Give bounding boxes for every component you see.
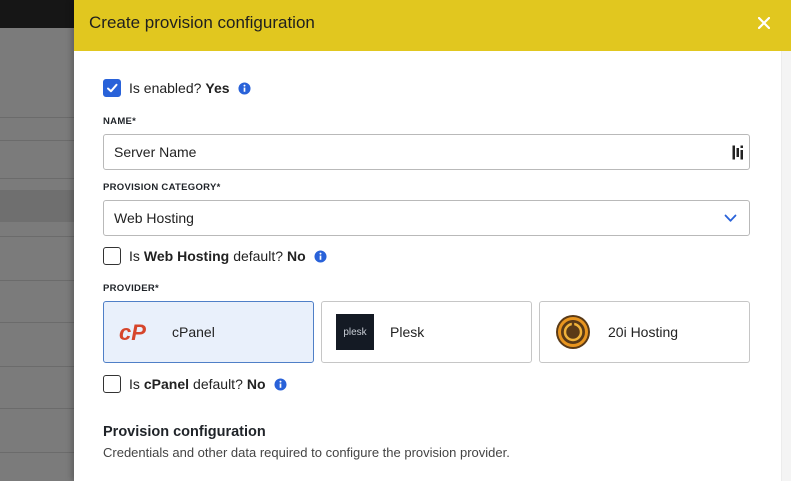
provision-category-label: PROVISION CATEGORY* (103, 182, 221, 193)
cpanel-logo: cP (118, 314, 156, 350)
provider-name-20i-hosting: 20i Hosting (608, 324, 679, 340)
20i-logo (554, 314, 592, 350)
provider-default-value: No (246, 376, 266, 392)
drawer-header: Create provision configuration (74, 0, 791, 51)
category-default-name: Web Hosting (143, 248, 230, 264)
backdrop-divider (0, 117, 74, 118)
name-label: NAME* (103, 116, 137, 127)
chevron-down-icon (724, 214, 737, 222)
category-default-suffix: default? (233, 248, 284, 264)
provider-default-name: cPanel (143, 376, 190, 392)
category-default-checkbox[interactable] (103, 247, 121, 265)
provider-default-checkbox[interactable] (103, 375, 121, 393)
category-default-row: Is Web Hosting default? No (103, 247, 327, 265)
backdrop-divider (0, 178, 74, 179)
provider-default-suffix: default? (193, 376, 243, 392)
enabled-checkbox[interactable] (103, 79, 121, 97)
backdrop-divider (0, 236, 74, 237)
provider-name-cpanel: cPanel (172, 324, 215, 340)
provider-card-20i-hosting[interactable]: 20i Hosting (539, 301, 750, 363)
section-description: Credentials and other data required to c… (103, 445, 510, 460)
close-icon (758, 17, 770, 29)
password-manager-icon[interactable] (732, 145, 744, 160)
info-icon[interactable] (238, 81, 251, 95)
provider-label: PROVIDER* (103, 283, 160, 294)
provider-default-prefix: Is (129, 376, 140, 392)
create-provision-drawer: Create provision configuration Is enable… (74, 0, 791, 481)
backdrop-divider (0, 140, 74, 141)
provider-card-cpanel[interactable]: cP cPanel (103, 301, 314, 363)
plesk-logo-text: plesk (343, 326, 367, 338)
enabled-label: Is enabled? (129, 80, 202, 96)
info-icon[interactable] (273, 377, 287, 391)
backdrop-divider (0, 452, 74, 453)
enabled-row: Is enabled? Yes (103, 79, 251, 97)
provider-card-plesk[interactable]: plesk Plesk (321, 301, 532, 363)
cpanel-logo-text: cP (119, 320, 146, 344)
category-default-value: No (287, 248, 306, 264)
close-button[interactable] (753, 12, 775, 34)
name-input-value: Server Name (114, 144, 197, 160)
provider-default-row: Is cPanel default? No (103, 375, 287, 393)
backdrop-divider (0, 280, 74, 281)
backdrop-divider (0, 366, 74, 367)
backdrop-divider (0, 408, 74, 409)
enabled-value: Yes (205, 80, 230, 96)
category-default-prefix: Is (129, 248, 140, 264)
drawer-scrollbar[interactable] (781, 51, 791, 481)
backdrop-highlight-row (0, 190, 74, 222)
checkmark-icon (107, 83, 118, 93)
section-title: Provision configuration (103, 424, 266, 440)
backdrop-divider (0, 322, 74, 323)
plesk-logo: plesk (336, 314, 374, 350)
provision-category-select[interactable]: Web Hosting (103, 200, 750, 236)
provision-category-value: Web Hosting (114, 210, 194, 226)
info-icon[interactable] (314, 249, 327, 263)
provider-name-plesk: Plesk (390, 324, 425, 340)
name-input[interactable]: Server Name (103, 134, 750, 170)
dialog-title: Create provision configuration (89, 13, 315, 32)
